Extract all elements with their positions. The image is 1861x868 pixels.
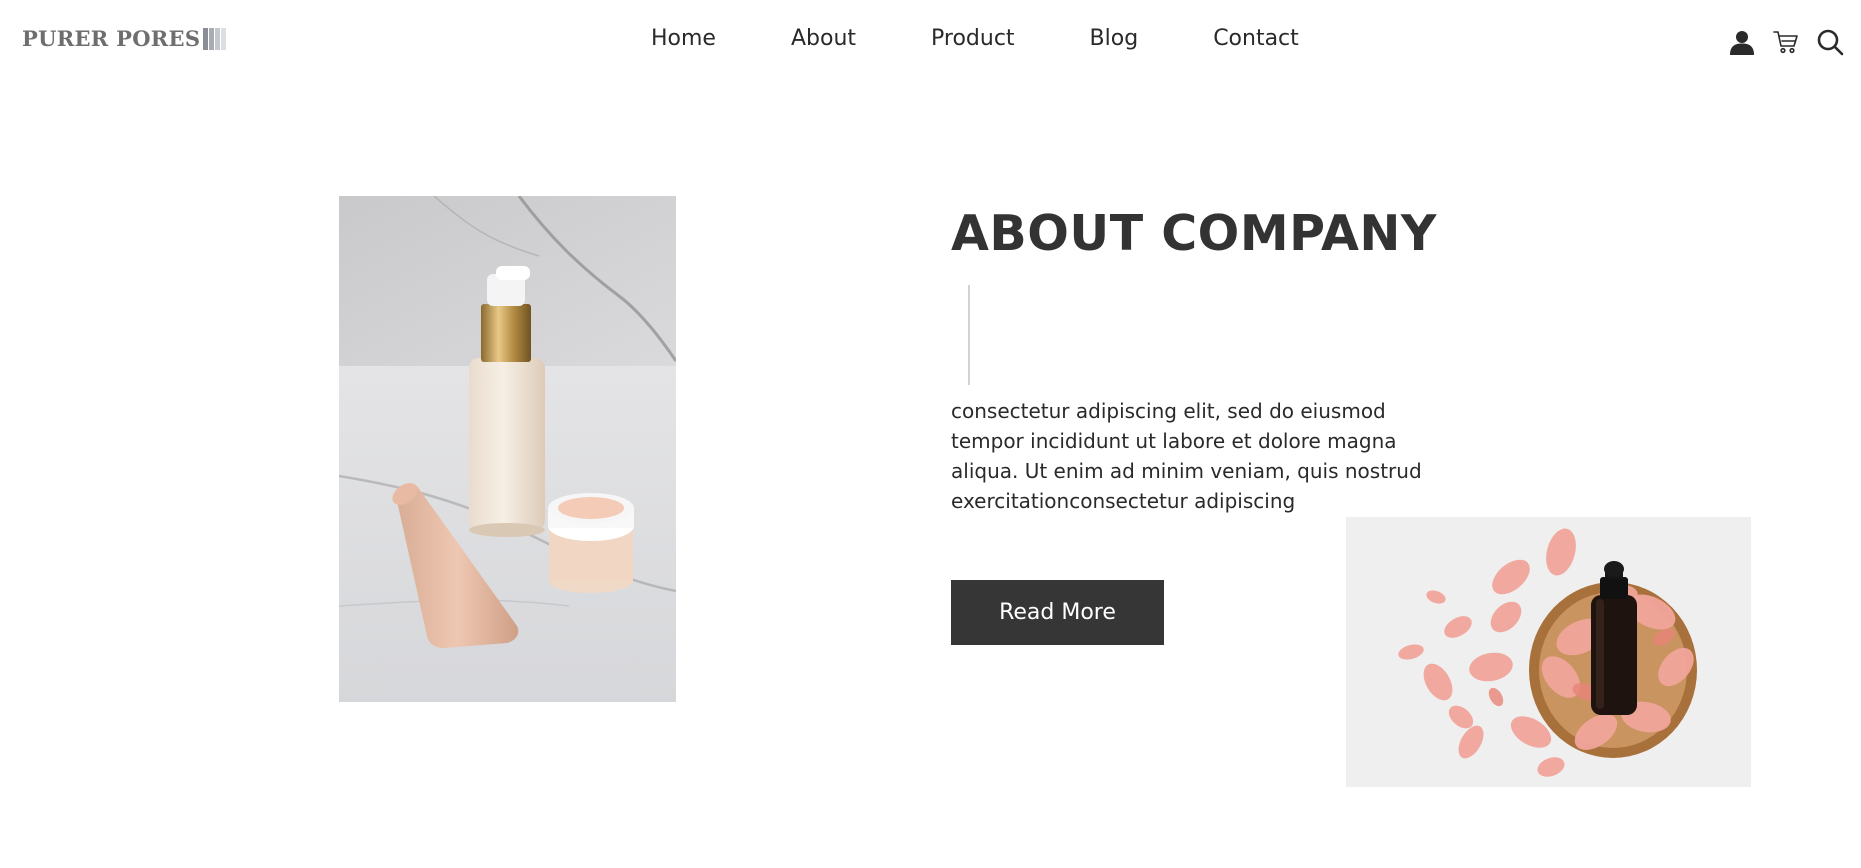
nav-blog[interactable]: Blog	[1090, 26, 1139, 51]
nav-home[interactable]: Home	[651, 26, 716, 51]
main-nav: Home About Product Blog Contact	[651, 26, 1299, 51]
brand-name: PURER PORES	[22, 26, 201, 51]
nav-about[interactable]: About	[791, 26, 856, 51]
brand-logo[interactable]: PURER PORES	[22, 26, 227, 51]
about-description: consectetur adipiscing elit, sed do eius…	[951, 399, 1422, 513]
cosmetics-product-image	[339, 196, 676, 702]
search-icon[interactable]	[1815, 27, 1845, 57]
nav-contact[interactable]: Contact	[1213, 26, 1299, 51]
header-actions	[1713, 27, 1845, 57]
about-title: ABOUT COMPANY	[951, 205, 1437, 262]
cart-icon[interactable]	[1771, 27, 1801, 57]
user-icon[interactable]	[1727, 27, 1757, 57]
logo-bars-icon	[203, 27, 227, 50]
serum-petals-image	[1346, 517, 1751, 787]
read-more-button[interactable]: Read More	[951, 580, 1164, 645]
nav-product[interactable]: Product	[931, 26, 1015, 51]
site-header: PURER PORES Home About Product Blog Cont…	[0, 0, 1861, 84]
divider-line	[968, 285, 970, 385]
